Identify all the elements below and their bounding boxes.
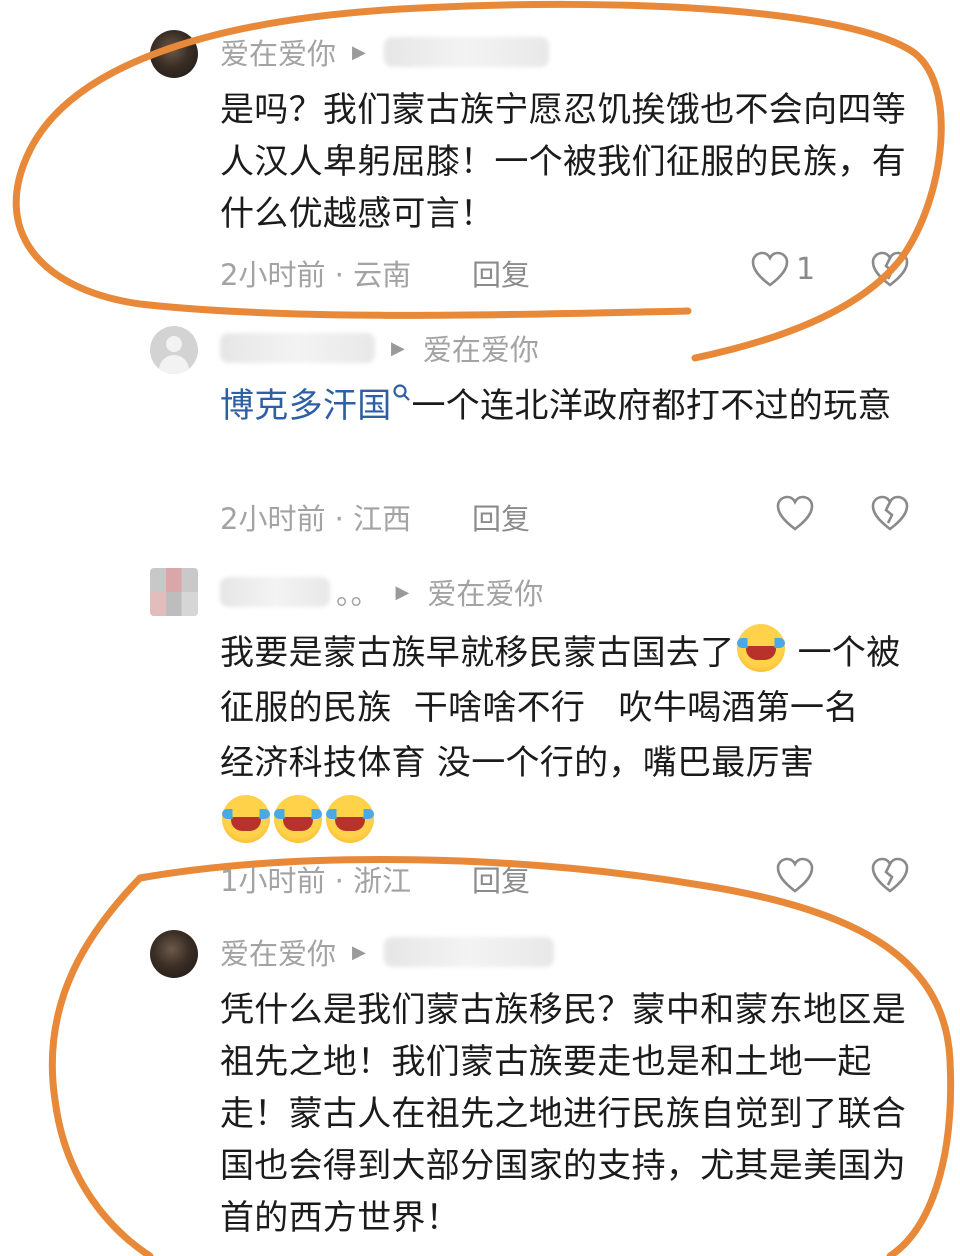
like-button[interactable] [775,856,815,894]
comment-body: 一个连北洋政府都打不过的玩意 [411,386,892,426]
rolling-laughing-emoji [274,795,322,843]
reply-button[interactable]: 回复 [472,496,530,538]
avatar-body [159,355,189,374]
play-triangle-icon: ▶ [352,41,366,63]
comment-text: 是吗？我们蒙古族宁愿忍饥挨饿也不会向四等人汉人卑躬屈膝！一个被我们征服的民族，有… [220,90,906,234]
comment-header: 。。 ▶ 爱在爱你 [220,572,543,612]
like-count: 1 [796,251,816,287]
timestamp-location: 1小时前 · 浙江 [220,864,412,898]
comment-text: 凭什么是我们蒙古族移民？蒙中和蒙东地区是祖先之地！我们蒙古族要走也是和土地一起走… [220,990,906,1238]
dislike-button[interactable] [870,856,910,901]
broken-heart-icon [871,251,909,287]
default-avatar-icon[interactable] [150,326,198,374]
comment-footer: 1小时前 · 浙江 回复 [220,854,920,898]
redacted-username [383,937,554,967]
like-button[interactable]: 1 [750,250,815,288]
redacted-username [383,37,549,67]
reply-button[interactable]: 回复 [472,858,530,900]
avatar[interactable] [150,568,198,616]
reply-to-name[interactable]: 爱在爱你 [427,571,543,613]
comment-text: 博克多汗国 一个连北洋政府都打不过的玩意 [220,380,920,432]
broken-heart-icon [871,857,909,893]
emoji-row [220,795,920,852]
comment-footer: 2小时前 · 江西 回复 [220,492,920,536]
play-triangle-icon: ▶ [352,941,366,963]
play-triangle-icon: ▶ [391,337,405,359]
redacted-username [220,333,375,363]
comment-footer: 2小时前 · 云南 回复 1 [220,248,920,292]
author-name[interactable]: 爱在爱你 [220,31,336,73]
avatar-head [166,336,182,352]
comment-text: 我要是蒙古族早就移民蒙古国去了 一个被征服的民族 干啥啥不行 吹牛喝酒第一名 经… [220,624,920,852]
author-name[interactable]: 爱在爱你 [220,931,336,973]
comment-header: ▶ 爱在爱你 [220,328,539,368]
dislike-button[interactable] [870,250,910,295]
redacted-username [220,577,330,607]
timestamp-location: 2小时前 · 云南 [220,258,412,292]
comment-header: 爱在爱你 ▶ [220,32,549,72]
rolling-laughing-emoji [326,795,374,843]
rolling-laughing-emoji [222,795,270,843]
like-button[interactable] [775,494,815,532]
reply-to-name[interactable]: 爱在爱你 [423,327,539,369]
comment-body-a: 我要是蒙古族早就移民蒙古国去了 [220,633,735,673]
avatar[interactable] [150,930,198,978]
broken-heart-icon [871,495,909,531]
search-icon[interactable] [392,383,412,405]
search-link[interactable]: 博克多汗国 [220,386,392,426]
author-suffix: 。。 [336,577,380,611]
comment-header: 爱在爱你 ▶ [220,932,554,972]
rolling-laughing-emoji [736,624,785,672]
play-triangle-icon: ▶ [395,581,410,603]
reply-button[interactable]: 回复 [472,252,530,294]
heart-outline-icon [776,495,814,531]
heart-outline-icon [751,251,789,287]
avatar[interactable] [150,30,198,78]
dislike-button[interactable] [870,494,910,539]
heart-outline-icon [776,857,814,893]
timestamp-location: 2小时前 · 江西 [220,502,412,536]
